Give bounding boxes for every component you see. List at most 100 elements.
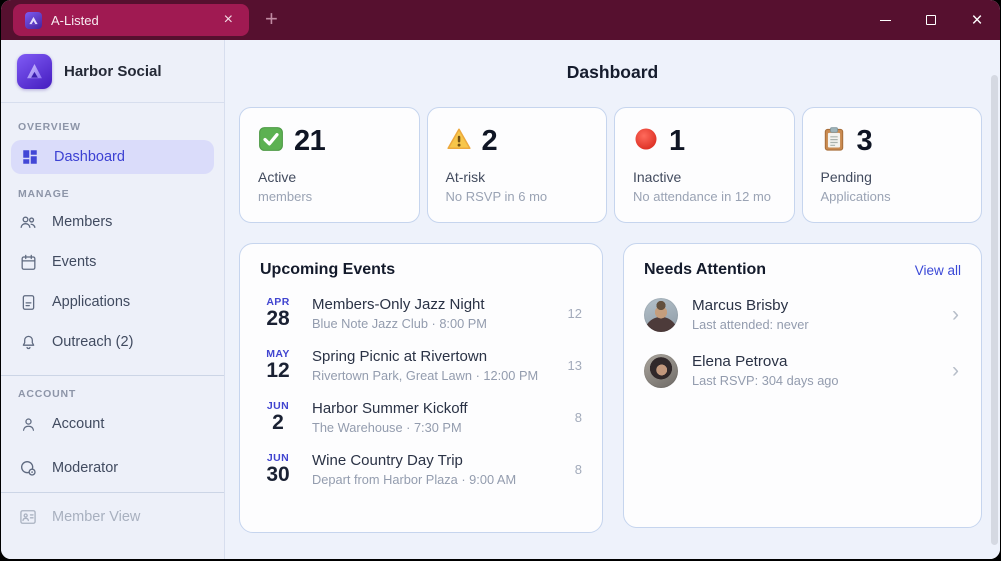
brand-header: Harbor Social xyxy=(1,40,224,103)
person-status: Last attended: never xyxy=(692,317,809,332)
needs-attention-title: Needs Attention xyxy=(644,261,767,278)
maximize-button[interactable] xyxy=(908,0,954,40)
sidebar-item-label: Moderator xyxy=(52,460,119,476)
view-all-link[interactable]: View all xyxy=(915,263,961,278)
sidebar-divider xyxy=(1,375,224,376)
stat-card-at-risk: 2 At-risk No RSVP in 6 mo xyxy=(426,107,607,223)
person-name: Marcus Brisby xyxy=(692,297,789,314)
stat-label: Active xyxy=(258,169,297,185)
event-row: APR 28 Members-Only Jazz Night Blue Note… xyxy=(260,296,582,331)
tab-close-icon[interactable]: × xyxy=(220,10,237,30)
moderator-badge-icon xyxy=(18,458,38,478)
stat-card-active: 21 Active members xyxy=(239,107,420,223)
attention-person-row[interactable]: Marcus Brisby Last attended: never › xyxy=(644,297,961,332)
event-day: 12 xyxy=(266,359,290,383)
window-controls: × xyxy=(862,0,1000,40)
stat-sublabel: No attendance in 12 mo xyxy=(633,189,772,204)
main-content: Dashboard 21 Active members 2 At-risk No… xyxy=(225,40,1000,559)
event-detail: Depart from Harbor Plaza · 9:00 AM xyxy=(312,472,517,487)
person-status: Last RSVP: 304 days ago xyxy=(692,373,839,388)
stat-value: 1 xyxy=(669,125,685,157)
avatar xyxy=(644,353,678,388)
scrollbar-thumb[interactable] xyxy=(991,75,998,545)
document-icon xyxy=(18,292,38,312)
event-detail: Rivertown Park, Great Lawn · 12:00 PM xyxy=(312,368,539,383)
event-attendee-count: 13 xyxy=(567,358,582,373)
maximize-icon xyxy=(926,15,936,25)
stat-label: Pending xyxy=(820,169,872,185)
event-attendee-count: 12 xyxy=(567,306,582,321)
stat-card-pending: 3 Pending Applications xyxy=(801,107,982,223)
event-date: APR 28 xyxy=(260,296,296,330)
red-circle-icon xyxy=(633,126,659,157)
harbor-social-logo-icon xyxy=(17,53,52,89)
sidebar-nav: OVERVIEW Dashboard MANAGE Members Events… xyxy=(1,103,224,541)
clipboard-icon xyxy=(821,126,847,157)
stat-value: 3 xyxy=(856,125,873,157)
page-title: Dashboard xyxy=(566,62,659,82)
sidebar-item-account[interactable]: Account xyxy=(9,402,216,446)
stat-sublabel: members xyxy=(258,189,313,204)
person-icon xyxy=(18,414,38,434)
sidebar-item-events[interactable]: Events xyxy=(9,242,216,282)
chevron-right-icon: › xyxy=(952,359,959,382)
close-button[interactable]: × xyxy=(954,0,1000,40)
event-title: Harbor Summer Kickoff xyxy=(312,400,468,417)
warning-triangle-icon xyxy=(446,126,472,157)
sidebar-item-moderator[interactable]: Moderator xyxy=(9,446,216,490)
sidebar-item-applications[interactable]: Applications xyxy=(9,282,216,322)
brand-name: Harbor Social xyxy=(64,62,162,80)
event-date: JUN 30 xyxy=(260,452,296,486)
sidebar-item-label: Member View xyxy=(52,509,141,525)
new-tab-button[interactable]: + xyxy=(265,8,278,32)
event-title: Members-Only Jazz Night xyxy=(312,296,485,313)
people-icon xyxy=(18,212,38,232)
event-attendee-count: 8 xyxy=(574,410,582,425)
attention-person-row[interactable]: Elena Petrova Last RSVP: 304 days ago › xyxy=(644,353,961,388)
section-label-overview: OVERVIEW xyxy=(18,121,81,133)
browser-tab[interactable]: A-Listed × xyxy=(13,4,249,36)
stat-label: At-risk xyxy=(445,169,486,185)
chevron-right-icon: › xyxy=(952,303,959,326)
event-day: 28 xyxy=(266,307,290,331)
sidebar-item-label: Account xyxy=(52,416,105,432)
minimize-button[interactable] xyxy=(862,0,908,40)
avatar xyxy=(644,297,678,332)
sidebar-item-member-view[interactable]: Member View xyxy=(9,493,216,541)
event-day: 2 xyxy=(272,411,284,435)
section-label-manage: MANAGE xyxy=(18,188,70,200)
event-day: 30 xyxy=(266,463,290,487)
sidebar: Harbor Social OVERVIEW Dashboard MANAGE xyxy=(1,40,225,559)
tab-favicon-icon xyxy=(25,11,42,29)
stat-sublabel: No RSVP in 6 mo xyxy=(445,189,548,204)
sidebar-item-members[interactable]: Members xyxy=(9,202,216,242)
needs-attention-panel: Needs Attention View all Marcus Brisby L… xyxy=(623,243,982,528)
stat-sublabel: Applications xyxy=(820,189,891,204)
person-name: Elena Petrova xyxy=(692,353,788,370)
stat-value: 21 xyxy=(294,125,326,157)
tab-title: A-Listed xyxy=(51,12,99,28)
event-detail: Blue Note Jazz Club · 8:00 PM xyxy=(312,316,487,331)
stat-cards-row: 21 Active members 2 At-risk No RSVP in 6… xyxy=(239,107,982,223)
event-date: JUN 2 xyxy=(260,400,296,434)
event-row: JUN 2 Harbor Summer Kickoff The Warehous… xyxy=(260,400,582,435)
event-date: MAY 12 xyxy=(260,348,296,382)
sidebar-item-label: Events xyxy=(52,254,97,270)
event-row: JUN 30 Wine Country Day Trip Depart from… xyxy=(260,452,582,487)
upcoming-events-title: Upcoming Events xyxy=(260,261,396,278)
calendar-icon xyxy=(18,252,38,272)
green-check-icon xyxy=(258,126,284,157)
bell-icon xyxy=(18,332,38,352)
stat-value: 2 xyxy=(481,125,498,157)
sidebar-item-dashboard[interactable]: Dashboard xyxy=(11,140,214,174)
minimize-icon xyxy=(879,19,891,21)
stat-label: Inactive xyxy=(633,169,682,185)
event-row: MAY 12 Spring Picnic at Rivertown Rivert… xyxy=(260,348,582,383)
sidebar-item-label: Applications xyxy=(52,294,131,310)
sidebar-item-outreach[interactable]: Outreach (2) xyxy=(9,322,216,362)
app-window: A-Listed × + × Harbor Social OVERVIEW Da… xyxy=(1,0,1000,559)
dashboard-grid-icon xyxy=(20,147,40,167)
sidebar-item-label: Outreach (2) xyxy=(52,334,134,350)
titlebar: A-Listed × + × xyxy=(1,0,1000,40)
stat-card-inactive: 1 Inactive No attendance in 12 mo xyxy=(614,107,795,223)
